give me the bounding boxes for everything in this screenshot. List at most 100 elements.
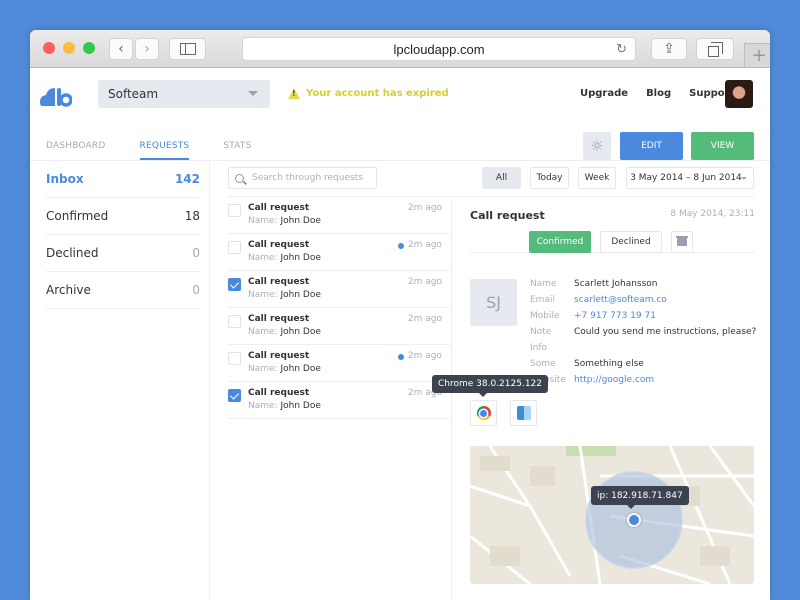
- unread-dot-icon: [398, 354, 404, 360]
- share-button[interactable]: ⇪: [651, 38, 687, 60]
- folder-declined[interactable]: Declined 0: [46, 235, 200, 272]
- share-icon: ⇪: [663, 41, 675, 57]
- list-item[interactable]: Call request Name: John Doe 2m ago: [228, 271, 450, 308]
- user-avatar[interactable]: [725, 80, 753, 108]
- request-title: Call request: [248, 351, 310, 361]
- column-divider: [209, 161, 210, 600]
- mobile-link[interactable]: +7 917 773 19 71: [574, 311, 656, 321]
- browser-version-tooltip: Chrome 38.0.2125.122: [432, 375, 549, 397]
- request-name: Name: John Doe: [248, 327, 321, 337]
- minimize-window-button[interactable]: [63, 42, 75, 54]
- detail-title: Call request: [470, 209, 545, 222]
- list-item[interactable]: Call request Name: John Doe 2m ago: [228, 382, 450, 419]
- field-some: Some Something else: [530, 359, 644, 369]
- blog-link[interactable]: Blog: [646, 88, 671, 99]
- filter-all-button[interactable]: All: [482, 167, 521, 189]
- chrome-browser-badge[interactable]: [470, 400, 497, 426]
- request-title: Call request: [248, 388, 310, 398]
- folder-label: Confirmed: [46, 209, 109, 223]
- request-checkbox[interactable]: [228, 204, 241, 217]
- new-tab-button[interactable]: +: [744, 43, 770, 68]
- folder-count: 18: [184, 209, 200, 223]
- warning-text: Your account has expired: [306, 88, 449, 99]
- main-tabs: DASHBOARD REQUESTS STATS: [46, 141, 286, 160]
- folder-count: 142: [174, 172, 200, 186]
- close-window-button[interactable]: [43, 42, 55, 54]
- request-checkbox[interactable]: [228, 278, 241, 291]
- macos-badge[interactable]: [510, 400, 537, 426]
- column-divider: [451, 200, 452, 600]
- tab-stats[interactable]: STATS: [223, 141, 251, 160]
- chevron-left-icon: ‹: [118, 41, 124, 57]
- field-note: Note Could you send me instructions, plea…: [530, 327, 757, 337]
- folder-label: Inbox: [46, 172, 84, 186]
- finder-icon: [516, 406, 531, 420]
- list-item[interactable]: Call request Name: John Doe 2m ago: [228, 197, 450, 234]
- reload-icon[interactable]: ↻: [616, 41, 627, 57]
- request-title: Call request: [248, 277, 310, 287]
- archive-icon: [676, 236, 688, 246]
- edit-button[interactable]: EDIT: [620, 132, 683, 160]
- view-button[interactable]: VIEW: [691, 132, 754, 160]
- folder-archive[interactable]: Archive 0: [46, 272, 200, 309]
- app-logo[interactable]: [40, 86, 72, 108]
- browser-toolbar: ‹ › lpcloudapp.com ↻ ⇪ +: [30, 30, 770, 68]
- request-name: Name: John Doe: [248, 253, 321, 263]
- forward-button[interactable]: ›: [135, 38, 159, 60]
- field-mobile: Mobile +7 917 773 19 71: [530, 311, 656, 321]
- account-expired-warning: Your account has expired: [288, 88, 449, 99]
- team-name: Softeam: [108, 87, 159, 101]
- request-name: Name: John Doe: [248, 401, 321, 411]
- request-checkbox[interactable]: [228, 315, 241, 328]
- request-checkbox[interactable]: [228, 389, 241, 402]
- declined-button[interactable]: Declined: [600, 231, 662, 253]
- field-name: Name Scarlett Johansson: [530, 279, 658, 289]
- request-title: Call request: [248, 203, 310, 213]
- request-time: 2m ago: [407, 314, 442, 324]
- chevron-down-icon: [248, 91, 258, 96]
- team-selector[interactable]: Softeam: [98, 80, 270, 108]
- map-streets: [470, 446, 754, 584]
- url-text: lpcloudapp.com: [393, 41, 485, 57]
- sidebar-toggle-button[interactable]: [169, 38, 206, 60]
- tabs-icon: [707, 41, 723, 57]
- folder-count: 0: [192, 283, 200, 297]
- upgrade-link[interactable]: Upgrade: [580, 88, 628, 99]
- location-map[interactable]: ip: 182.918.71.847: [470, 446, 754, 584]
- address-bar[interactable]: lpcloudapp.com ↻: [242, 37, 636, 61]
- folder-inbox[interactable]: Inbox 142: [46, 161, 200, 198]
- request-title: Call request: [248, 240, 310, 250]
- maximize-window-button[interactable]: [83, 42, 95, 54]
- list-item[interactable]: Call request Name: John Doe 2m ago: [228, 234, 450, 271]
- confirmed-button[interactable]: Confirmed: [529, 231, 591, 253]
- date-range-select[interactable]: 3 May 2014 – 8 Jun 2014: [626, 167, 754, 189]
- contact-fields: Name Scarlett Johansson Email scarlett@sof…: [530, 276, 756, 388]
- filter-today-button[interactable]: Today: [530, 167, 569, 189]
- search-placeholder: Search through requests: [252, 173, 363, 183]
- request-checkbox[interactable]: [228, 352, 241, 365]
- search-input[interactable]: Search through requests: [228, 167, 377, 189]
- request-list: Call request Name: John Doe 2m ago Call …: [228, 197, 450, 419]
- ip-tooltip: ip: 182.918.71.847: [591, 486, 689, 509]
- gear-icon: ☼: [590, 137, 604, 155]
- request-time: 2m ago: [407, 203, 442, 213]
- back-button[interactable]: ‹: [109, 38, 133, 60]
- folder-label: Archive: [46, 283, 91, 297]
- detail-date: 8 May 2014, 23:11: [670, 209, 755, 219]
- request-name: Name: John Doe: [248, 290, 321, 300]
- tab-dashboard[interactable]: DASHBOARD: [46, 141, 106, 160]
- website-link[interactable]: http://google.com: [574, 375, 654, 385]
- request-checkbox[interactable]: [228, 241, 241, 254]
- settings-button[interactable]: ☼: [583, 132, 611, 160]
- filter-week-button[interactable]: Week: [578, 167, 616, 189]
- field-email: Email scarlett@softeam.co: [530, 295, 667, 305]
- email-link[interactable]: scarlett@softeam.co: [574, 295, 667, 305]
- folder-confirmed[interactable]: Confirmed 18: [46, 198, 200, 235]
- request-time: 2m ago: [407, 240, 442, 250]
- tabs-overview-button[interactable]: [696, 38, 734, 60]
- archive-button[interactable]: [671, 231, 693, 253]
- list-item[interactable]: Call request Name: John Doe 2m ago: [228, 308, 450, 345]
- date-range-value: 3 May 2014 – 8 Jun 2014: [630, 173, 742, 183]
- list-item[interactable]: Call request Name: John Doe 2m ago: [228, 345, 450, 382]
- tab-requests[interactable]: REQUESTS: [139, 141, 190, 160]
